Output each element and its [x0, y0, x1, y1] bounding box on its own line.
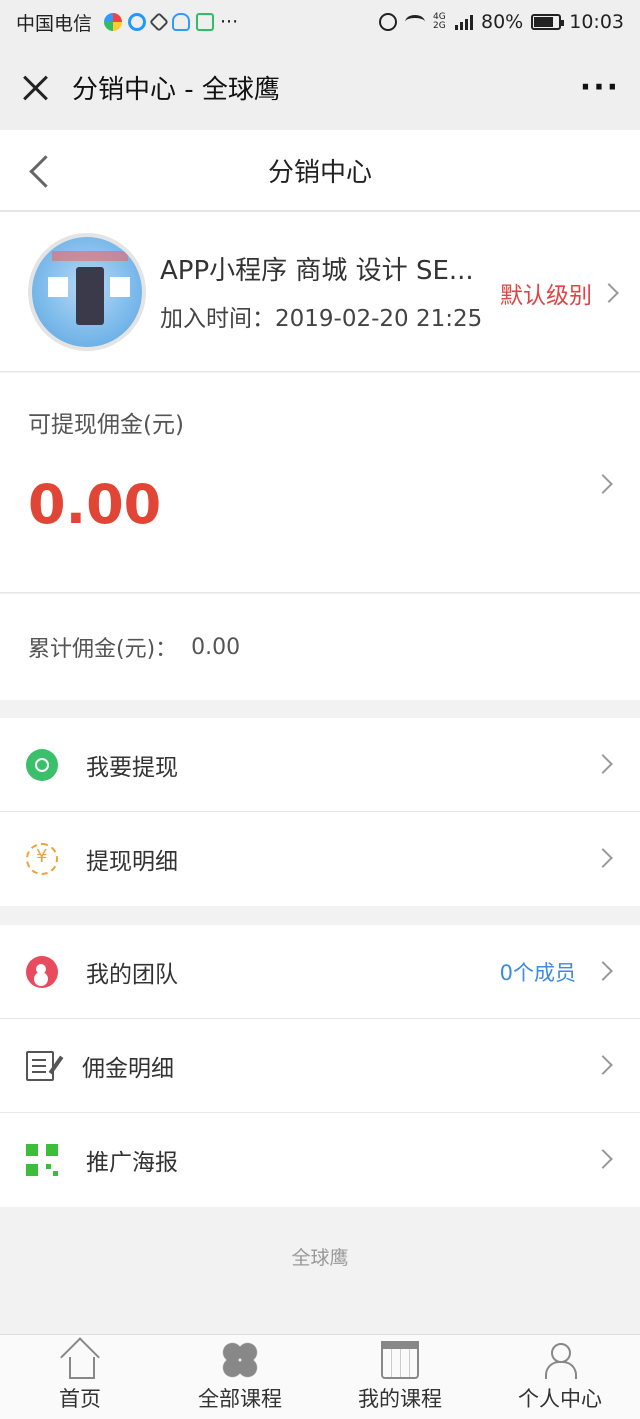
notification-icons: ··· [104, 11, 238, 33]
withdrawable-amount: 0.00 [28, 473, 162, 536]
network-type: 4G 2G [433, 12, 446, 31]
webview-titlebar: 分销中心 - 全球鹰 ··· [0, 44, 640, 130]
total-value: 0.00 [191, 634, 241, 660]
menu-group-team: 我的团队 0个成员 佣金明细 推广海报 [0, 925, 640, 1207]
menu-item-label: 佣金明细 [82, 1055, 174, 1082]
team-icon [26, 955, 58, 988]
tab-all-courses[interactable]: 全部课程 [160, 1335, 320, 1419]
join-time-label: 加入时间： [160, 306, 275, 332]
level-label: 默认级别 [500, 283, 592, 309]
menu-item-label: 提现明细 [86, 849, 178, 875]
wifi-icon [405, 15, 425, 29]
home-icon [61, 1341, 99, 1379]
clock: 10:03 [569, 11, 624, 33]
avatar [28, 232, 146, 351]
menu-item-poster[interactable]: 推广海报 [0, 1113, 640, 1207]
tab-home[interactable]: 首页 [0, 1335, 160, 1419]
tab-label: 全部课程 [198, 1387, 282, 1411]
tab-profile[interactable]: 个人中心 [480, 1335, 640, 1419]
close-icon[interactable] [20, 72, 50, 102]
calendar-icon [381, 1341, 419, 1379]
carrier-name: 中国电信 [16, 12, 93, 35]
menu-item-commission-detail[interactable]: 佣金明细 [0, 1019, 640, 1113]
yuan-cycle-icon [26, 843, 58, 875]
team-member-count: 0个成员 [499, 960, 576, 985]
more-notifications-icon: ··· [220, 11, 239, 33]
total-commission: 累计佣金(元)： 0.00 [0, 594, 640, 700]
webview-title: 分销中心 - 全球鹰 [72, 74, 280, 105]
chevron-right-icon [593, 848, 613, 868]
tab-label: 个人中心 [518, 1387, 602, 1411]
user-icon [541, 1341, 579, 1379]
user-name: APP小程序 商城 设计 SE... [160, 256, 474, 286]
menu-item-label: 我的团队 [86, 961, 178, 988]
battery-fill [534, 17, 554, 27]
join-time-value: 2019-02-20 21:25 [275, 306, 483, 332]
total-label: 累计佣金(元)： [28, 637, 178, 662]
menu-item-team[interactable]: 我的团队 0个成员 [0, 925, 640, 1019]
more-options-icon[interactable]: ··· [580, 70, 620, 105]
settings-notification-icon [149, 12, 169, 32]
tab-label: 我的课程 [358, 1387, 442, 1411]
alarm-icon [379, 13, 397, 31]
chevron-right-icon [599, 283, 619, 303]
page-title: 分销中心 [267, 157, 372, 188]
wechat-notification-icon [196, 13, 215, 31]
chevron-right-icon [593, 1055, 613, 1075]
back-arrow-icon[interactable] [28, 154, 50, 188]
chevron-right-icon [593, 961, 613, 981]
edit-document-icon [26, 1050, 54, 1081]
withdraw-icon [26, 748, 58, 781]
footer-brand: 全球鹰 [291, 1246, 349, 1269]
qq-notification-icon [172, 13, 191, 31]
browser-notification-icon [128, 13, 147, 31]
menu-item-withdraw-detail[interactable]: 提现明细 [0, 812, 640, 906]
app-notification-icon [104, 13, 123, 31]
menu-item-label: 推广海报 [86, 1150, 178, 1176]
clover-icon [221, 1341, 259, 1379]
battery-percent: 80% [481, 11, 524, 33]
signal-icon [455, 14, 473, 30]
status-right: 4G 2G 80% 10:03 [379, 11, 624, 33]
join-time: 加入时间：2019-02-20 21:25 [160, 299, 500, 333]
profile-card: APP小程序 商城 设计 SE... 加入时间：2019-02-20 21:25… [0, 212, 640, 372]
status-bar: 中国电信 ··· 4G 2G 80% 10:03 [0, 0, 640, 44]
menu-item-withdraw[interactable]: 我要提现 [0, 718, 640, 812]
withdrawable-label: 可提现佣金(元) [28, 412, 184, 438]
menu-item-label: 我要提现 [86, 754, 178, 781]
carrier-group: 中国电信 ··· [16, 9, 238, 36]
battery-icon [531, 14, 565, 30]
chevron-right-icon [593, 1149, 613, 1169]
qr-code-icon [26, 1144, 58, 1176]
level-link[interactable]: 默认级别 [500, 276, 619, 310]
tab-my-courses[interactable]: 我的课程 [320, 1335, 480, 1419]
profile-info: APP小程序 商城 设计 SE... 加入时间：2019-02-20 21:25 [160, 250, 500, 333]
tab-label: 首页 [59, 1387, 101, 1411]
page-header: 分销中心 [0, 130, 640, 212]
menu-group-withdraw: 我要提现 提现明细 [0, 718, 640, 906]
withdrawable-commission[interactable]: 可提现佣金(元) 0.00 [0, 373, 640, 593]
bottom-tab-bar: 首页 全部课程 我的课程 个人中心 [0, 1334, 640, 1419]
chevron-right-icon [593, 754, 613, 774]
